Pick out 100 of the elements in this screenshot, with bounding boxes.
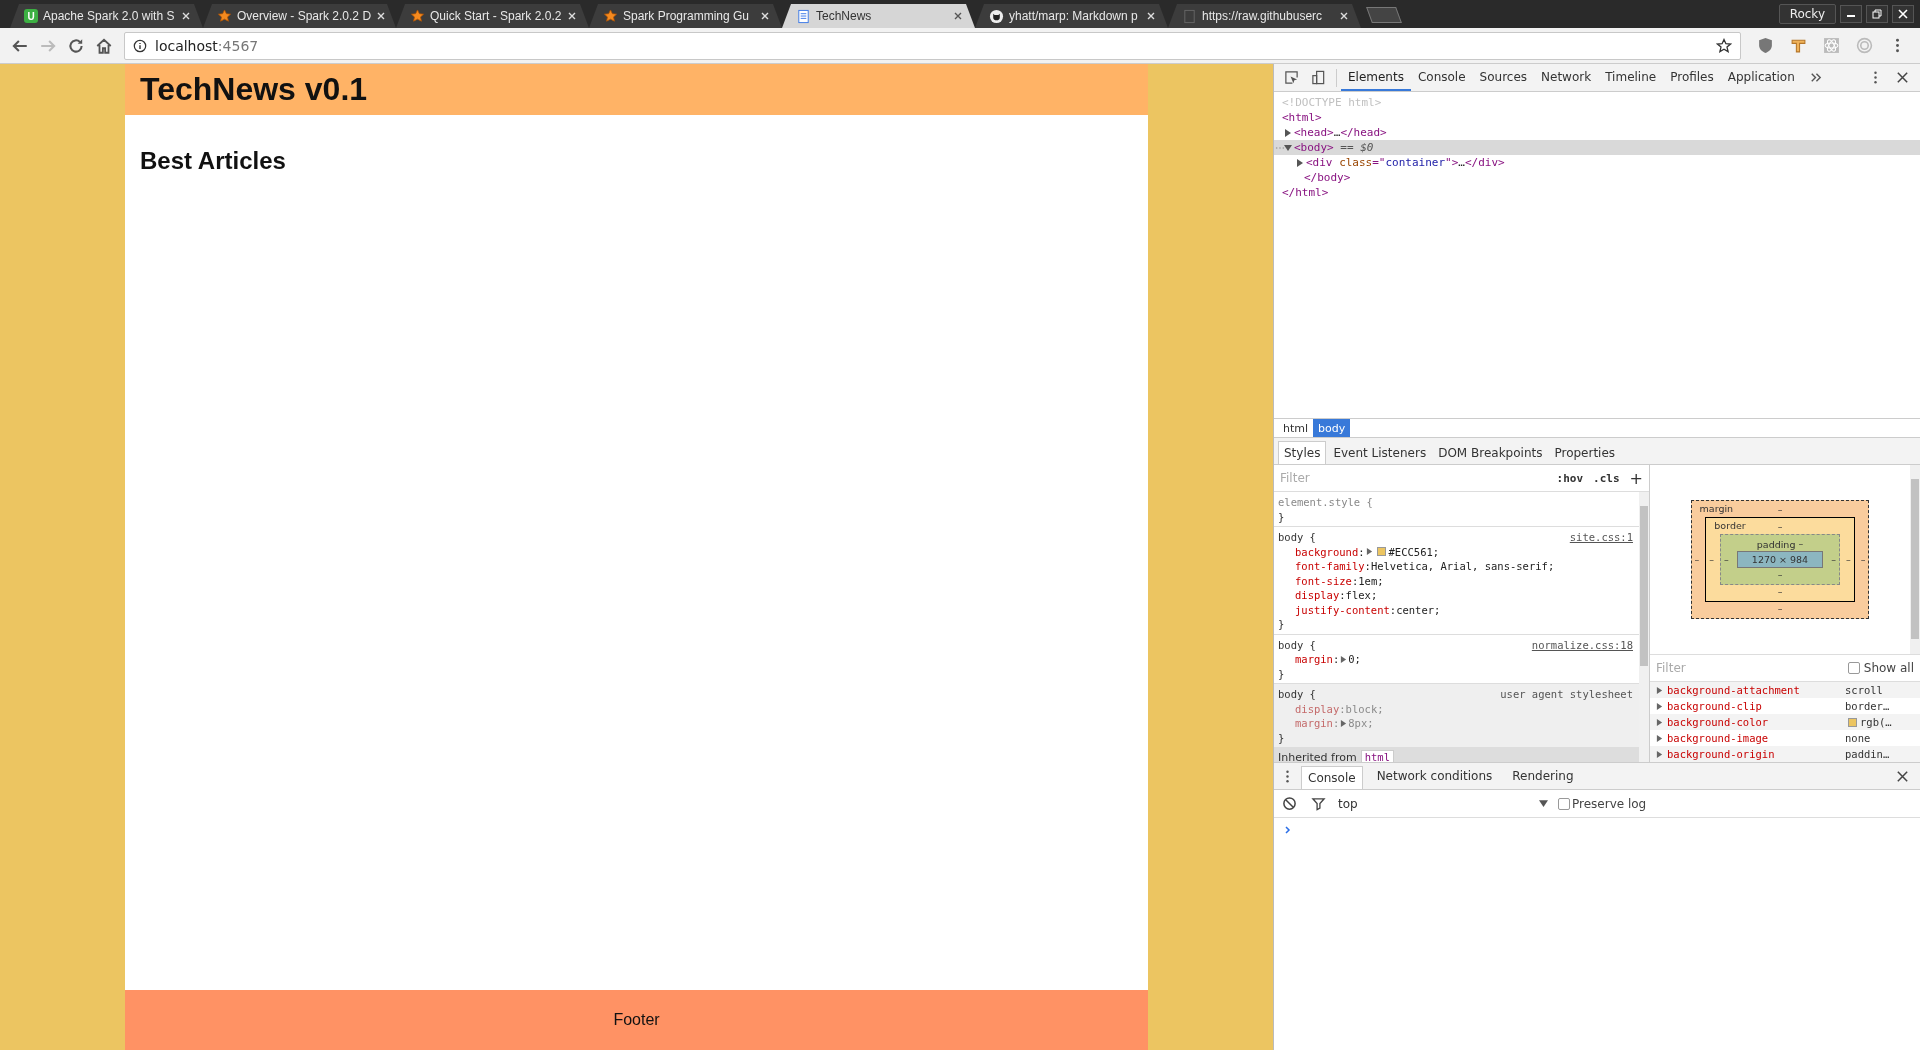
closing-brace: } bbox=[1278, 730, 1286, 745]
close-button[interactable] bbox=[1892, 5, 1914, 23]
devtools-tab[interactable]: Console bbox=[1410, 64, 1473, 91]
browser-tab[interactable]: Quick Start - Spark 2.0.2 bbox=[396, 4, 589, 28]
footer-text: Footer bbox=[613, 1011, 660, 1029]
expand-triangle-icon[interactable] bbox=[1296, 158, 1304, 167]
source-link[interactable]: normalize.css:18 bbox=[1531, 637, 1633, 652]
dom-node[interactable]: <body> == $0 bbox=[1294, 140, 1374, 155]
devtools-tab[interactable]: Application bbox=[1720, 64, 1802, 91]
dom-node[interactable]: <html> bbox=[1282, 110, 1322, 125]
scrollbar[interactable] bbox=[1910, 465, 1920, 655]
checkbox[interactable] bbox=[1847, 662, 1860, 675]
browser-tab[interactable]: Overview - Spark 2.0.2 D bbox=[203, 4, 396, 28]
tab-title: yhatt/marp: Markdown p bbox=[1009, 9, 1139, 23]
css-declaration[interactable]: font-size:1em; bbox=[1278, 573, 1384, 588]
css-declaration[interactable]: justify-content:center; bbox=[1278, 602, 1441, 617]
filter-icon[interactable] bbox=[1311, 796, 1326, 811]
bookmark-star-icon[interactable] bbox=[1716, 37, 1732, 54]
profile-button[interactable]: Rocky bbox=[1778, 4, 1836, 24]
browser-tab[interactable]: yhatt/marp: Markdown p bbox=[975, 4, 1168, 28]
panel-tab[interactable]: DOM Breakpoints bbox=[1433, 442, 1548, 464]
padding-value: – bbox=[1831, 552, 1836, 567]
selected-node-row[interactable]: <body> == $0 bbox=[1274, 140, 1920, 155]
close-icon[interactable] bbox=[953, 11, 963, 21]
inherited-tag[interactable]: html bbox=[1360, 750, 1394, 762]
close-icon[interactable] bbox=[376, 11, 387, 21]
url-text: localhost:4567 bbox=[155, 37, 260, 54]
css-selector: element.style { bbox=[1278, 495, 1373, 510]
address-bar[interactable]: localhost:4567 bbox=[124, 31, 1741, 60]
breadcrumb[interactable]: body bbox=[1313, 419, 1351, 437]
cat-icon bbox=[989, 8, 1004, 24]
new-tab-button[interactable] bbox=[1366, 7, 1402, 23]
expand-triangle-icon[interactable] bbox=[1340, 655, 1348, 663]
home-icon[interactable] bbox=[95, 36, 113, 55]
source-link[interactable]: site.css:1 bbox=[1569, 530, 1633, 545]
close-icon[interactable] bbox=[1895, 70, 1910, 85]
collapse-triangle-icon[interactable] bbox=[1284, 143, 1292, 152]
computed-property[interactable]: background-image none bbox=[1650, 730, 1920, 747]
caret-icon bbox=[1539, 799, 1548, 808]
computed-property[interactable]: background-attachment scroll bbox=[1650, 682, 1920, 699]
border-value: – bbox=[1709, 552, 1715, 567]
source-label: user agent stylesheet bbox=[1500, 687, 1633, 702]
css-declaration[interactable]: font-family:Helvetica, Arial, sans-serif; bbox=[1278, 559, 1555, 574]
device-icon[interactable] bbox=[1311, 70, 1326, 85]
checkbox-label: Show all bbox=[1863, 661, 1914, 676]
inspect-icon[interactable] bbox=[1284, 70, 1299, 85]
expand-triangle-icon[interactable] bbox=[1340, 719, 1348, 727]
clear-icon[interactable] bbox=[1282, 796, 1297, 811]
browser-tab[interactable]: TechNews bbox=[782, 4, 975, 28]
drawer-tab[interactable]: Network conditions bbox=[1370, 763, 1499, 789]
browser-tab[interactable]: U Apache Spark 2.0 with S bbox=[10, 4, 203, 28]
star-icon bbox=[410, 8, 425, 24]
filter-field[interactable]: Filter bbox=[1278, 470, 1547, 486]
devtools-tab[interactable]: Network bbox=[1534, 64, 1599, 91]
close-icon[interactable] bbox=[1895, 768, 1910, 784]
filter-field[interactable]: Filter bbox=[1654, 660, 1844, 677]
hover-state-toggle[interactable]: :hov bbox=[1556, 471, 1584, 485]
css-declaration[interactable]: display:flex; bbox=[1278, 588, 1378, 603]
closing-brace: } bbox=[1278, 509, 1286, 524]
breadcrumb[interactable]: html bbox=[1278, 419, 1314, 437]
panel-tab[interactable]: Event Listeners bbox=[1328, 442, 1432, 464]
browser-tab[interactable]: Spark Programming Gu bbox=[589, 4, 782, 28]
devtools-tab[interactable]: Sources bbox=[1472, 64, 1535, 91]
padding-label: padding bbox=[1756, 538, 1796, 550]
border-value: – bbox=[1777, 585, 1783, 600]
context-dropdown[interactable]: top bbox=[1334, 796, 1556, 811]
color-swatch[interactable] bbox=[1848, 717, 1857, 727]
new-rule-button[interactable]: + bbox=[1629, 468, 1643, 488]
devtools-tab[interactable]: Elements bbox=[1341, 64, 1411, 91]
restore-button[interactable] bbox=[1866, 5, 1888, 23]
drawer-tab[interactable]: Rendering bbox=[1506, 763, 1580, 789]
devtools-tab[interactable]: Profiles bbox=[1663, 64, 1721, 91]
browser-tab[interactable]: https://raw.githubuserc bbox=[1168, 4, 1361, 28]
panel-tab[interactable]: Styles bbox=[1278, 441, 1327, 464]
reload-icon[interactable] bbox=[67, 36, 85, 55]
info-icon[interactable] bbox=[133, 38, 147, 53]
document-icon bbox=[796, 8, 811, 24]
scrollbar[interactable] bbox=[1639, 492, 1649, 762]
css-declaration[interactable]: margin: 0; bbox=[1278, 652, 1361, 667]
computed-property[interactable]: background-clip border… bbox=[1650, 698, 1920, 715]
margin-value: – bbox=[1777, 602, 1783, 617]
minimize-button[interactable] bbox=[1840, 5, 1862, 23]
expand-triangle-icon[interactable] bbox=[1284, 128, 1292, 137]
checkbox[interactable] bbox=[1558, 797, 1570, 810]
devtools-tab[interactable]: Timeline bbox=[1598, 64, 1664, 91]
shield-icon[interactable] bbox=[1757, 37, 1774, 54]
dom-node[interactable]: <div class="container">…</div> bbox=[1306, 155, 1505, 170]
computed-property[interactable]: background-color rgb(… bbox=[1650, 714, 1920, 731]
dom-node[interactable]: <head>…</head> bbox=[1294, 125, 1387, 140]
class-toggle[interactable]: .cls bbox=[1593, 471, 1620, 485]
drawer-tab[interactable]: Console bbox=[1301, 766, 1363, 789]
expand-triangle-icon[interactable] bbox=[1365, 548, 1373, 556]
panel-tab[interactable]: Properties bbox=[1549, 442, 1621, 464]
prompt-chevron-icon[interactable] bbox=[1284, 825, 1292, 835]
border-value: – bbox=[1777, 520, 1783, 535]
css-declaration[interactable]: background: #ECC561; bbox=[1278, 544, 1440, 559]
computed-property[interactable]: background-origin paddin… bbox=[1650, 746, 1920, 763]
star-icon bbox=[217, 8, 232, 24]
restore-icon bbox=[1872, 9, 1882, 19]
color-swatch[interactable] bbox=[1376, 547, 1386, 557]
